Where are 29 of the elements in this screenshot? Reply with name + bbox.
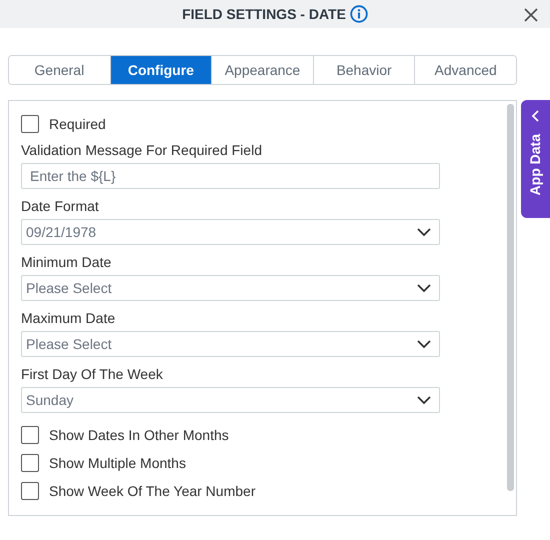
chevron-left-icon	[530, 110, 540, 122]
chevron-down-icon	[417, 284, 431, 292]
dropdown[interactable]: Please Select	[21, 275, 440, 301]
field-label: Minimum Date	[21, 254, 112, 270]
field-label: First Day Of The Week	[21, 366, 163, 382]
checkbox[interactable]	[21, 454, 39, 472]
checkbox-label: Show Week Of The Year Number	[49, 482, 256, 500]
checkbox[interactable]	[21, 426, 39, 444]
dialog-title: FIELD SETTINGS - DATE	[182, 4, 346, 24]
info-icon[interactable]	[350, 5, 368, 23]
tab[interactable]: Configure	[110, 56, 212, 84]
text-field[interactable]: Enter the ${L}	[21, 163, 440, 189]
checkbox-label: Show Multiple Months	[49, 454, 186, 473]
dropdown[interactable]: Please Select	[21, 331, 440, 357]
field-label: Validation Message For Required Field	[21, 142, 262, 158]
tab[interactable]: Advanced	[414, 56, 516, 84]
field-label: Maximum Date	[21, 310, 116, 326]
checkbox-label: Show Dates In Other Months	[49, 426, 229, 444]
checkbox[interactable]	[21, 482, 39, 500]
dropdown[interactable]: Sunday	[21, 387, 440, 413]
chevron-down-icon	[417, 340, 431, 348]
dropdown[interactable]: 09/21/1978	[21, 219, 440, 245]
app-data-tab[interactable]: App Data	[521, 100, 550, 218]
checkbox-label: Required	[49, 114, 106, 134]
scrollbar-thumb[interactable]	[507, 104, 514, 491]
chevron-down-icon	[417, 396, 431, 404]
field-label: Date Format	[21, 198, 99, 214]
chevron-down-icon	[417, 228, 431, 236]
checkbox[interactable]	[21, 115, 39, 133]
